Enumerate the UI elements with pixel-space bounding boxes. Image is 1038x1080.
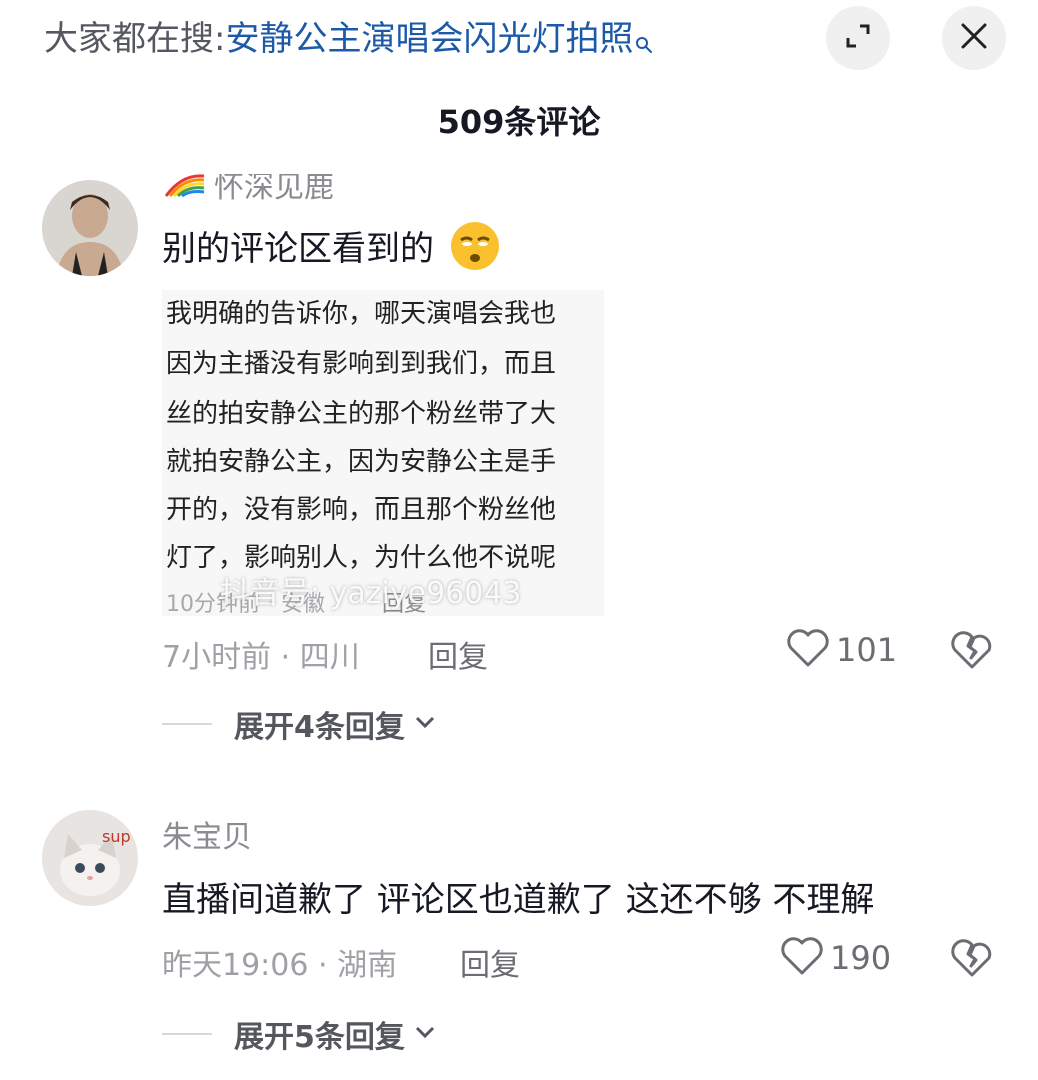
comment-username[interactable]: 朱宝贝 bbox=[162, 812, 252, 856]
like-count: 190 bbox=[830, 939, 892, 977]
chevron-down-icon bbox=[413, 714, 437, 734]
reply-button[interactable]: 回复 bbox=[428, 632, 488, 676]
comment-meta: 昨天19:06 · 湖南 bbox=[162, 948, 398, 983]
search-suggestion-prefix: 大家都在搜: bbox=[44, 19, 226, 59]
comment-text: 直播间道歉了 评论区也道歉了 这还不够 不理解 bbox=[162, 880, 875, 920]
chevron-down-icon bbox=[413, 1024, 437, 1044]
avatar[interactable]: sup bbox=[42, 810, 138, 906]
douyin-watermark: 抖音号: yaziye96043 bbox=[220, 576, 522, 611]
screenshot-line: 我明确的告诉你，哪天演唱会我也 bbox=[166, 299, 557, 329]
close-button[interactable] bbox=[942, 6, 1006, 70]
search-icon bbox=[635, 18, 653, 53]
like-button[interactable]: 101 bbox=[786, 628, 897, 672]
search-suggestion-query[interactable]: 安静公主演唱会闪光灯拍照 bbox=[225, 19, 633, 59]
close-icon bbox=[959, 21, 989, 55]
comment-count-title: 509条评论 bbox=[437, 103, 601, 141]
dislike-button[interactable] bbox=[950, 938, 994, 982]
expand-replies-button[interactable]: 展开5条回复 bbox=[162, 1012, 437, 1056]
avatar[interactable] bbox=[42, 180, 138, 276]
top-bar: 大家都在搜:安静公主演唱会闪光灯拍照 bbox=[0, 0, 1038, 80]
broken-heart-icon bbox=[950, 631, 994, 674]
svg-text:sup: sup bbox=[102, 827, 131, 846]
like-count: 101 bbox=[836, 631, 898, 669]
smirk-emoji-icon bbox=[449, 220, 501, 281]
heart-icon bbox=[786, 628, 830, 672]
expand-replies-label: 展开5条回复 bbox=[234, 1020, 405, 1055]
expand-button[interactable] bbox=[826, 6, 890, 70]
divider-line bbox=[162, 1033, 212, 1035]
dislike-button[interactable] bbox=[950, 630, 994, 674]
screenshot-line: 开的，没有影响，而且那个粉丝他 bbox=[166, 495, 557, 525]
comment-username[interactable]: 怀深见鹿 bbox=[214, 174, 334, 206]
expand-icon bbox=[843, 21, 873, 55]
reply-button[interactable]: 回复 bbox=[460, 940, 520, 984]
heart-icon bbox=[780, 936, 824, 980]
comment-text: 别的评论区看到的 bbox=[162, 220, 501, 281]
comment-meta: 7小时前 · 四川 bbox=[162, 640, 360, 675]
rainbow-icon bbox=[162, 172, 206, 202]
broken-heart-icon bbox=[950, 939, 994, 982]
screenshot-line: 因为主播没有影响到到我们，而且 bbox=[166, 349, 557, 379]
search-suggestion[interactable]: 大家都在搜:安静公主演唱会闪光灯拍照 bbox=[44, 14, 653, 64]
divider-line bbox=[162, 723, 212, 725]
like-button[interactable]: 190 bbox=[780, 936, 891, 980]
expand-replies-label: 展开4条回复 bbox=[234, 710, 405, 745]
comment-text-content: 别的评论区看到的 bbox=[162, 229, 434, 269]
expand-replies-button[interactable]: 展开4条回复 bbox=[162, 702, 437, 746]
screenshot-line: 丝的拍安静公主的那个粉丝带了大 bbox=[166, 399, 557, 429]
screenshot-line: 就拍安静公主，因为安静公主是手 bbox=[166, 447, 557, 477]
